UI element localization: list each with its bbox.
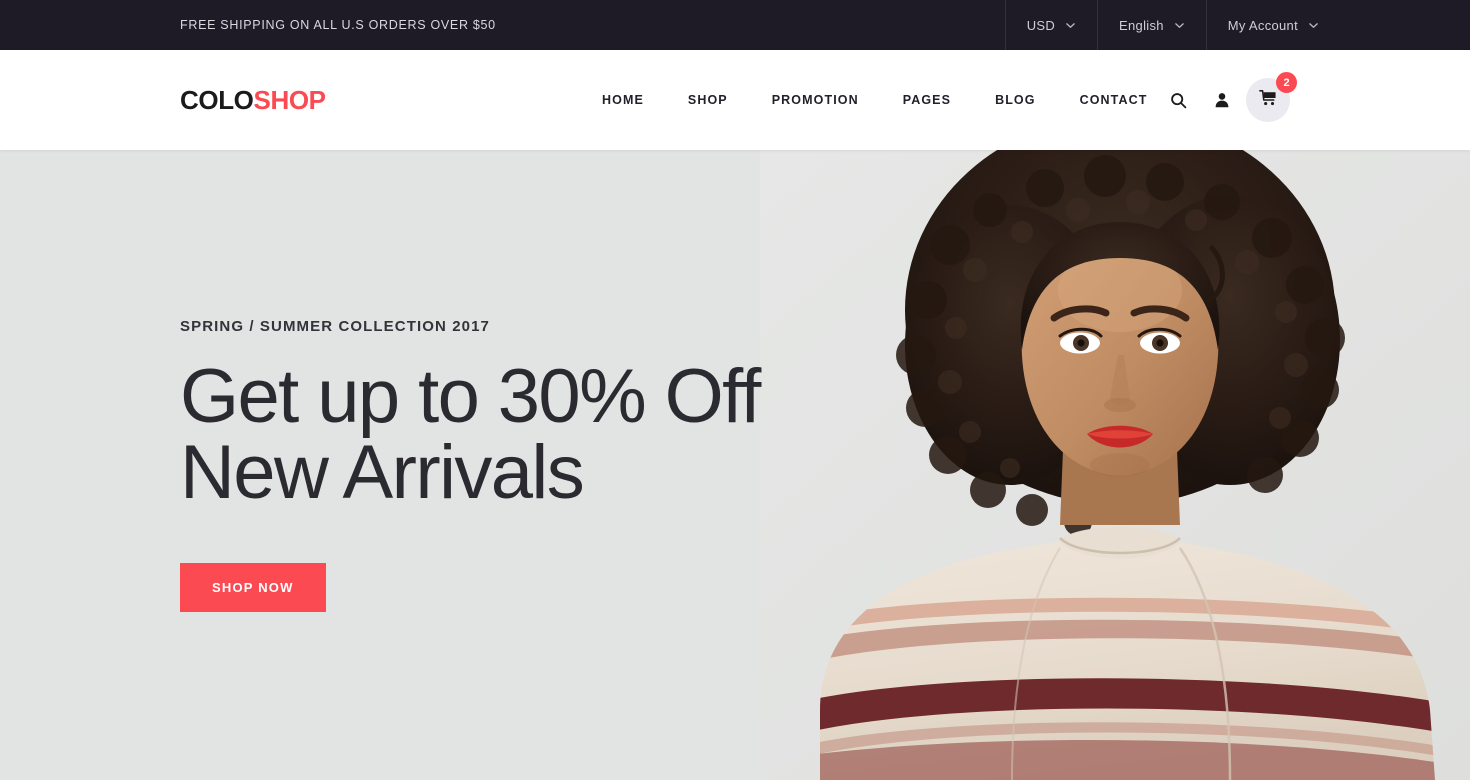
chevron-down-icon <box>1175 21 1184 30</box>
search-icon <box>1170 92 1187 109</box>
my-account-menu[interactable]: My Account <box>1205 0 1340 50</box>
cart-button-wrapper: 2 <box>1246 72 1297 122</box>
nav-item-blog[interactable]: BLOG <box>973 93 1058 107</box>
main-navigation: HOME SHOP PROMOTION PAGES BLOG CONTACT <box>580 93 1169 107</box>
language-selector[interactable]: English <box>1097 0 1206 50</box>
account-button[interactable] <box>1200 78 1244 122</box>
nav-item-pages[interactable]: PAGES <box>881 93 973 107</box>
hero-banner: SPRING / SUMMER COLLECTION 2017 Get up t… <box>0 150 1470 780</box>
chevron-down-icon <box>1066 21 1075 30</box>
hero-eyebrow: SPRING / SUMMER COLLECTION 2017 <box>180 318 490 335</box>
currency-label: USD <box>1026 17 1056 33</box>
cart-count-badge: 2 <box>1276 72 1297 93</box>
header-action-icons: 2 <box>1156 72 1297 122</box>
nav-item-home[interactable]: HOME <box>580 93 666 107</box>
top-announcement-bar: FREE SHIPPING ON ALL U.S ORDERS OVER $50… <box>0 0 1470 50</box>
logo-text-primary: COLO <box>180 85 254 115</box>
currency-selector[interactable]: USD <box>1004 0 1097 50</box>
language-label: English <box>1119 17 1164 33</box>
nav-item-shop[interactable]: SHOP <box>666 93 750 107</box>
my-account-label: My Account <box>1227 17 1298 33</box>
site-header: COLOSHOP HOME SHOP PROMOTION PAGES BLOG … <box>0 50 1470 150</box>
logo-text-accent: SHOP <box>253 85 326 115</box>
chevron-down-icon <box>1309 21 1318 30</box>
topbar-controls: USD English My Account <box>1004 0 1340 50</box>
user-icon <box>1214 92 1230 108</box>
shopping-cart-icon <box>1259 89 1277 112</box>
nav-item-promotion[interactable]: PROMOTION <box>750 93 881 107</box>
site-logo[interactable]: COLOSHOP <box>180 87 326 113</box>
shop-now-button[interactable]: SHOP NOW <box>180 563 326 612</box>
nav-item-contact[interactable]: CONTACT <box>1058 93 1170 107</box>
hero-headline: Get up to 30% Off New Arrivals <box>180 354 761 515</box>
hero-text-block: SPRING / SUMMER COLLECTION 2017 Get up t… <box>180 150 761 780</box>
hero-image <box>760 150 1470 780</box>
shipping-notice: FREE SHIPPING ON ALL U.S ORDERS OVER $50 <box>180 18 496 32</box>
search-button[interactable] <box>1156 78 1200 122</box>
